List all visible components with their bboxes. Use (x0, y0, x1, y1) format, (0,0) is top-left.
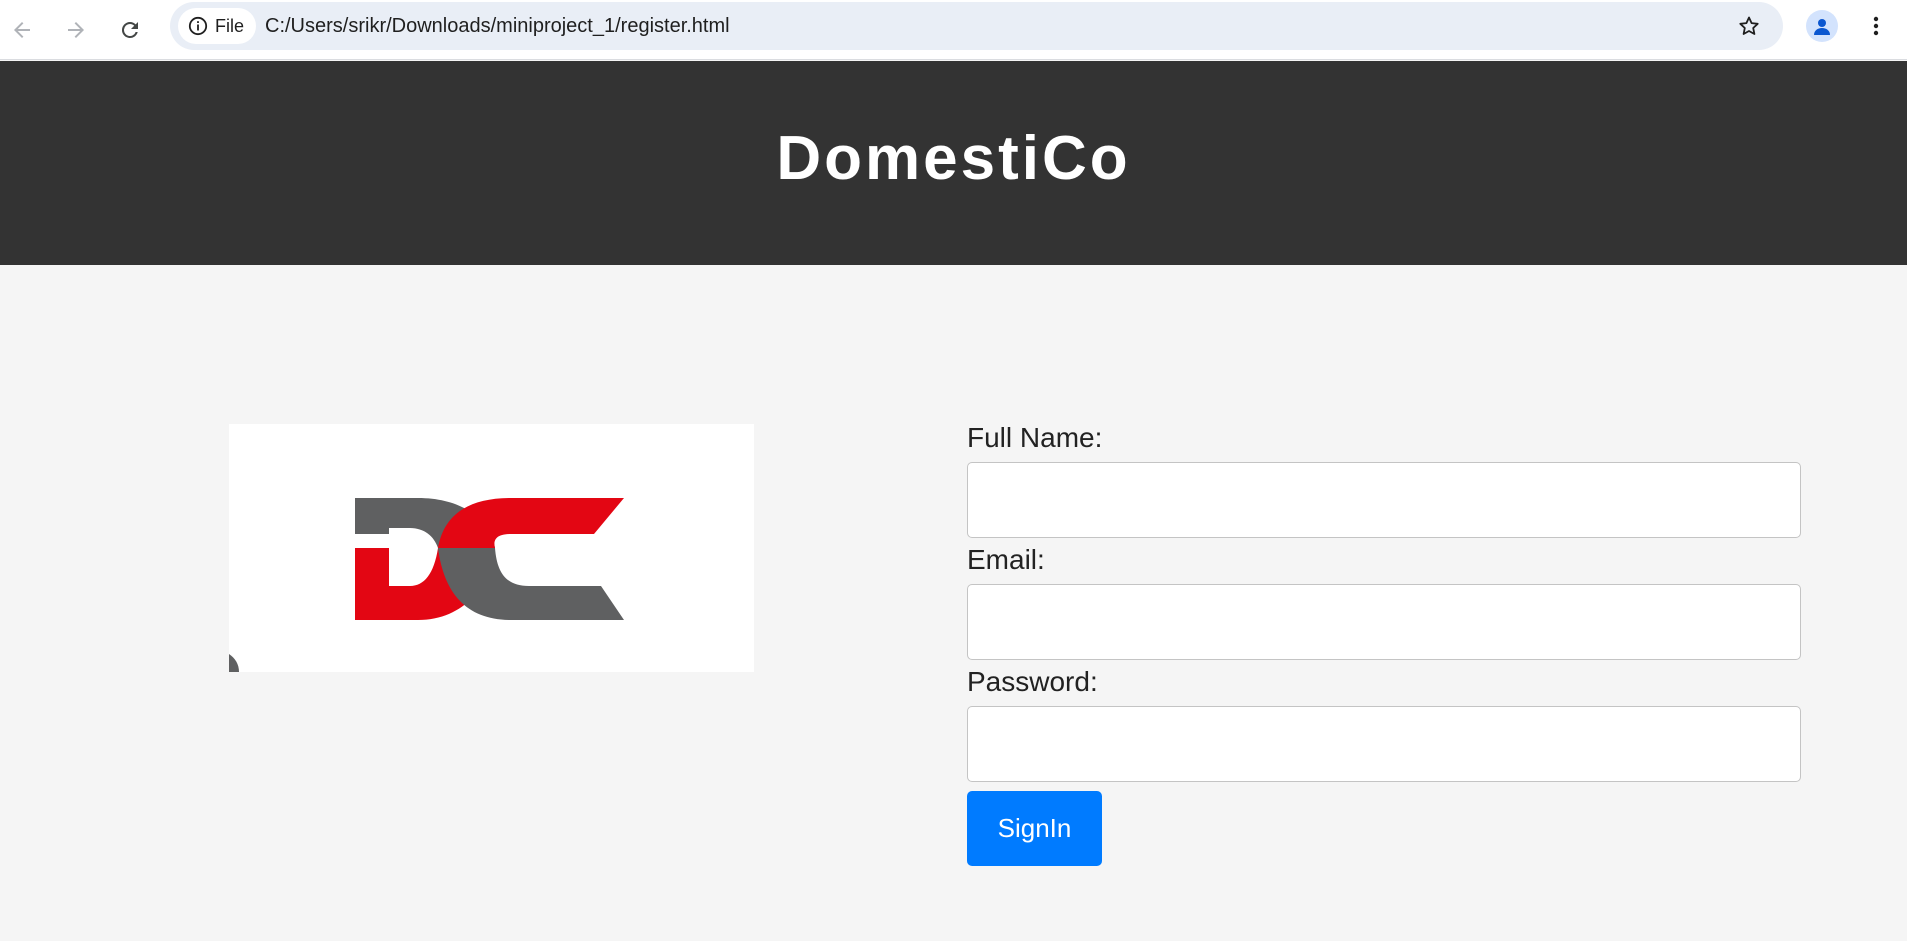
person-icon (1814, 19, 1830, 35)
url-text[interactable]: C:/Users/srikr/Downloads/miniproject_1/r… (265, 15, 730, 38)
browser-toolbar: File C:/Users/srikr/Downloads/miniprojec… (0, 0, 1907, 60)
signin-button[interactable]: SignIn (967, 791, 1102, 866)
password-input[interactable] (967, 706, 1801, 782)
bookmark-button[interactable] (1733, 10, 1765, 42)
reload-button[interactable] (110, 10, 150, 50)
arrow-left-icon (14, 22, 30, 38)
site-header: DomestiCo (0, 61, 1907, 265)
star-icon (1739, 16, 1759, 35)
password-label: Password: (967, 666, 1098, 697)
profile-button[interactable] (1806, 10, 1838, 42)
email-input[interactable] (967, 584, 1801, 660)
browser-menu-button[interactable] (1860, 8, 1892, 44)
full-name-input[interactable] (967, 462, 1801, 538)
arrow-right-icon (68, 22, 84, 38)
register-form: Full Name: Email: Password: SignIn (967, 422, 1801, 866)
more-vertical-icon (1873, 16, 1879, 36)
reload-icon (121, 21, 138, 38)
site-title: DomestiCo (776, 124, 1131, 193)
info-circle-icon (188, 16, 208, 36)
logo-image (229, 424, 754, 672)
site-info-chip[interactable]: File (178, 8, 257, 44)
dc-logo (229, 498, 624, 672)
address-bar[interactable]: File C:/Users/srikr/Downloads/miniprojec… (170, 2, 1783, 50)
site-info-label: File (215, 15, 245, 36)
full-name-label: Full Name: (967, 422, 1103, 453)
forward-button[interactable] (56, 10, 96, 50)
back-button[interactable] (2, 10, 42, 50)
email-label: Email: (967, 544, 1045, 575)
